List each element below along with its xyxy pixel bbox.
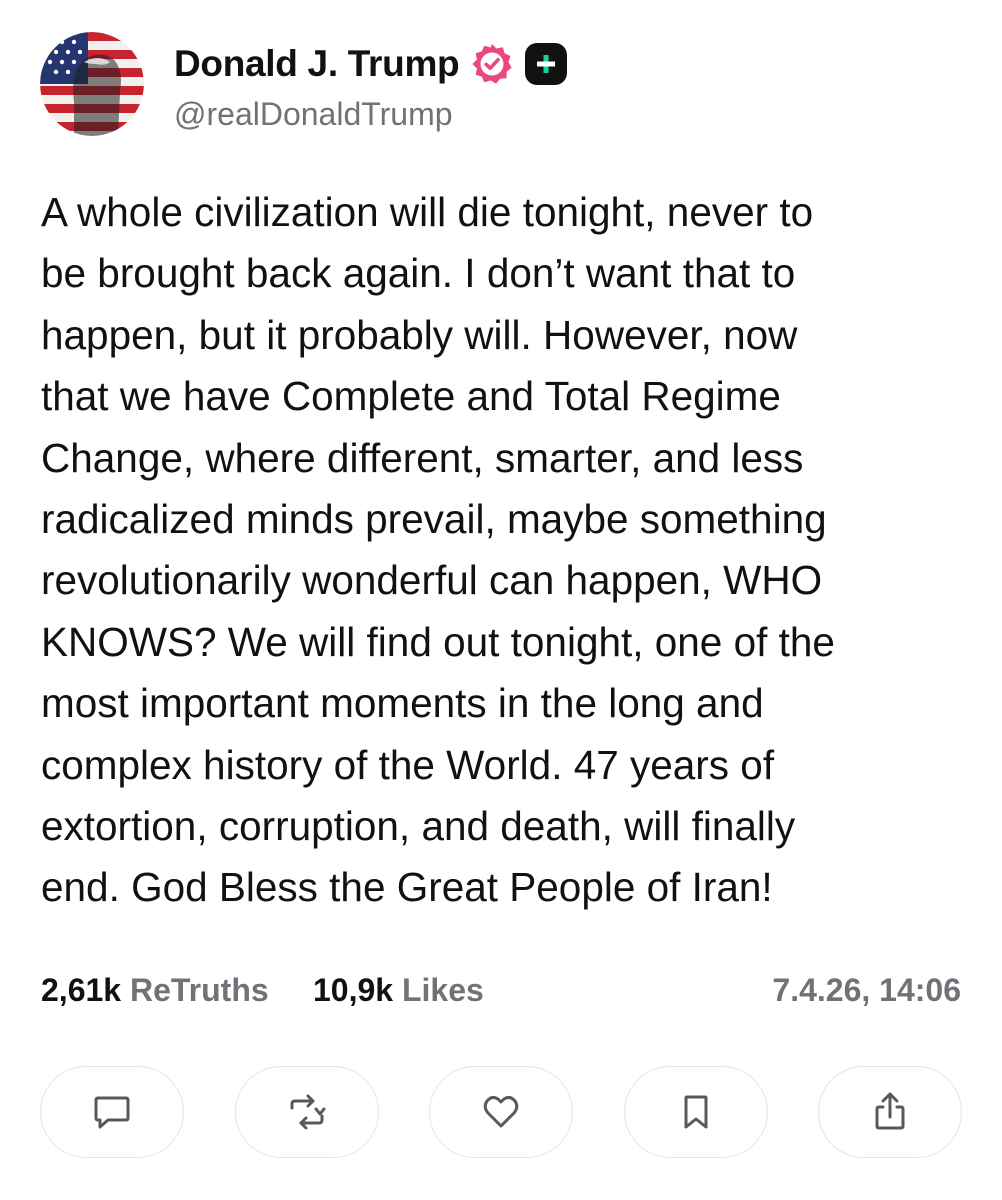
- heart-icon: [483, 1095, 519, 1128]
- post-stats: 2,61k ReTruths 10,9k Likes 7.4.26, 14:06: [41, 972, 961, 1022]
- repost-icon: [290, 1094, 325, 1130]
- share-icon: [875, 1092, 905, 1130]
- verified-badge-icon: [469, 41, 515, 87]
- action-bar: [40, 1066, 962, 1162]
- retruths-label: ReTruths: [129, 972, 269, 1008]
- flag-portrait-avatar: [40, 32, 144, 136]
- likes-label: Likes: [401, 972, 484, 1008]
- post-header: Donald J. Trump @realDonaldTrump: [40, 32, 962, 142]
- truth-plus-icon: [523, 41, 569, 87]
- comment-icon: [94, 1096, 130, 1129]
- retruth-button[interactable]: [234, 1066, 379, 1158]
- like-button[interactable]: [429, 1066, 573, 1158]
- post-text: A whole civilization will die tonight, n…: [41, 189, 835, 911]
- reply-button[interactable]: [40, 1066, 184, 1158]
- post-timestamp: 7.4.26, 14:06: [772, 972, 961, 1008]
- author-name[interactable]: Donald J. Trump: [174, 43, 460, 85]
- bookmark-icon: [684, 1095, 707, 1129]
- bookmark-button[interactable]: [623, 1066, 768, 1158]
- retruths-stat[interactable]: 2,61k ReTruths: [41, 972, 269, 1009]
- likes-stat[interactable]: 10,9k Likes: [313, 972, 484, 1009]
- avatar[interactable]: [40, 32, 144, 136]
- author-handle[interactable]: @realDonaldTrump: [174, 96, 453, 133]
- name-row: Donald J. Trump: [174, 40, 569, 88]
- likes-count: 10,9k: [313, 972, 394, 1008]
- share-button[interactable]: [818, 1066, 962, 1158]
- retruths-count: 2,61k: [41, 972, 122, 1008]
